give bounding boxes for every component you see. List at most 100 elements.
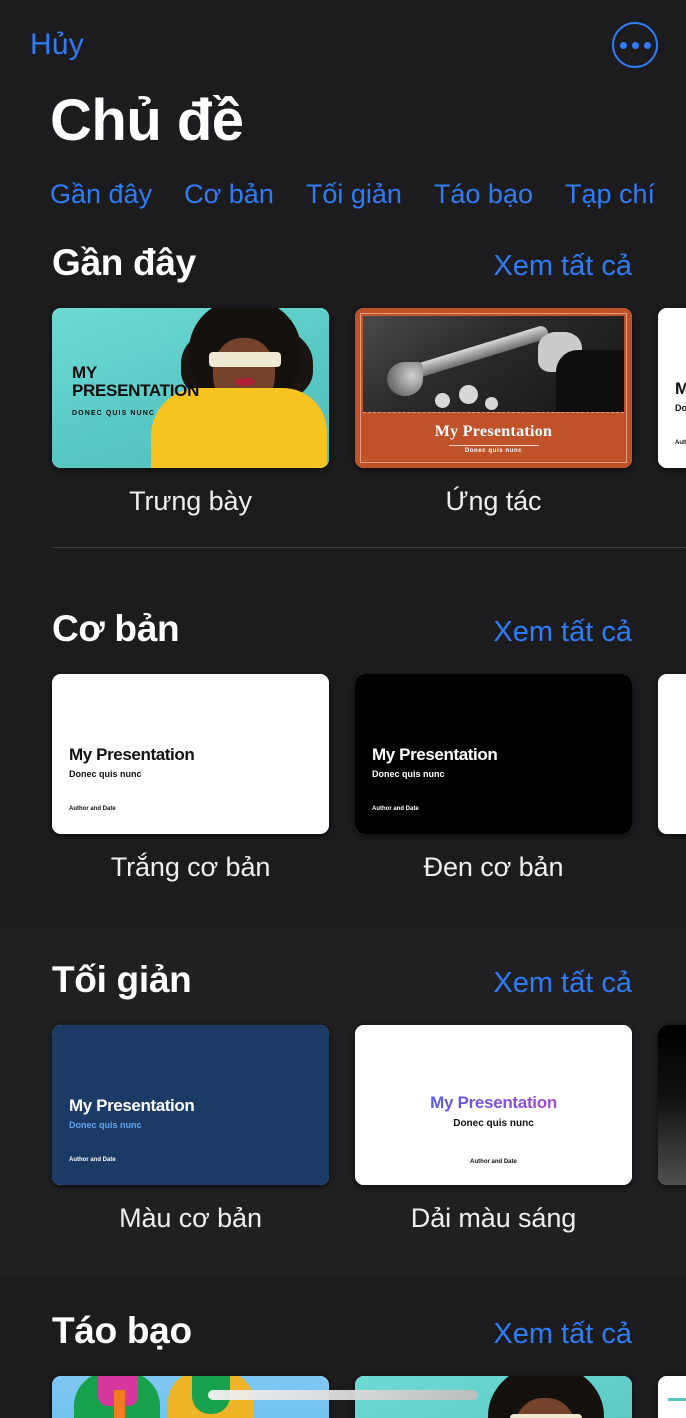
navigation-bar: Hủy: [0, 0, 686, 92]
slide-title: My Presentation: [69, 1095, 195, 1115]
accent-rule: [668, 1397, 686, 1401]
more-options-button[interactable]: [612, 22, 658, 68]
theme-thumbnail-trung-bay[interactable]: MY PRESENTATION DONEC QUIS NUNC: [52, 307, 329, 468]
page-title: Chủ đề: [50, 88, 244, 153]
suit-shape: [556, 349, 624, 414]
section-title: Cơ bản: [52, 607, 180, 649]
section-header: Tối giản Xem tất cả: [0, 959, 686, 1001]
tab-toi-gian[interactable]: Tối giản: [306, 179, 402, 210]
slide-author: Author and Date: [470, 1158, 517, 1165]
section-title: Gần đây: [52, 241, 196, 283]
category-tab-strip[interactable]: Gần đây Cơ bản Tối giản Táo bạo Tạp chí …: [0, 179, 686, 210]
slide-author: Author and Date: [69, 1156, 116, 1163]
bokeh-shape: [459, 384, 478, 404]
theme-thumbnail-dai-mau-sang[interactable]: My Presentation Donec quis nunc Author a…: [355, 1024, 632, 1185]
slide-art-gradient: My Presentation Donec quis nunc Author a…: [355, 1024, 632, 1185]
see-all-link[interactable]: Xem tất cả: [493, 967, 632, 1000]
see-all-link[interactable]: Xem tất cả: [493, 1318, 632, 1351]
theme-cell[interactable]: [658, 1375, 686, 1418]
slide-title: My Presentation: [355, 1093, 632, 1113]
slide-subtitle: Donec quis nunc: [372, 768, 445, 779]
theme-thumbnail-partial[interactable]: [658, 673, 686, 834]
tab-co-ban[interactable]: Cơ bản: [184, 179, 274, 210]
ellipsis-dot-icon: [643, 41, 651, 49]
slide-art-bold-white: [658, 1375, 686, 1418]
section-toi-gian: Tối giản Xem tất cả My Presentation Done…: [0, 926, 686, 1278]
cancel-button[interactable]: Hủy: [30, 28, 84, 62]
theme-cell[interactable]: [658, 1024, 686, 1234]
slide-art-white: My Presentation Donec quis nunc Author a…: [52, 673, 329, 834]
slide-author: Author and Date: [675, 439, 686, 446]
theme-row[interactable]: MY PRESENTATION DONEC QUIS NUNC Trưng bày: [0, 284, 686, 517]
theme-thumbnail-ung-tac[interactable]: My Presentation Donec quis nunc: [355, 307, 632, 468]
theme-chooser-screen: Hủy Chủ đề Gần đây Cơ bản Tối giản Táo b…: [0, 0, 686, 1418]
section-header: Táo bạo Xem tất cả: [0, 1310, 686, 1352]
theme-row[interactable]: My Presentation Donec quis nunc Author a…: [0, 1001, 686, 1234]
slide-art-improv: My Presentation Donec quis nunc: [355, 307, 632, 468]
theme-thumbnail-mau-co-ban[interactable]: My Presentation Donec quis nunc Author a…: [52, 1024, 329, 1185]
slide-subtitle: Donec quis nunc: [464, 447, 523, 454]
see-all-link[interactable]: Xem tất cả: [493, 250, 632, 283]
ellipsis-dot-icon: [631, 41, 639, 49]
slide-title: MY PRESENTATION: [72, 362, 200, 401]
theme-thumbnail-partial[interactable]: My Presentation Donec quis nunc Author a…: [658, 307, 686, 468]
slide-art-showcase: MY PRESENTATION DONEC QUIS NUNC: [52, 307, 329, 468]
ellipsis-dot-icon: [619, 41, 627, 49]
theme-cell[interactable]: My Presentation Donec quis nunc Author a…: [52, 1024, 329, 1234]
section-header: Gần đây Xem tất cả: [0, 242, 686, 284]
see-all-link[interactable]: Xem tất cả: [493, 616, 632, 649]
photo-area: [363, 315, 624, 414]
home-indicator[interactable]: [208, 1390, 478, 1400]
slide-title: My Presentation: [69, 744, 195, 764]
theme-thumbnail-trang-co-ban[interactable]: My Presentation Donec quis nunc Author a…: [52, 673, 329, 834]
slide-subtitle: Donec quis nunc: [69, 768, 142, 779]
tab-tap-chi[interactable]: Tạp chí: [565, 179, 655, 210]
theme-name: Đen cơ bản: [423, 851, 564, 882]
theme-cell[interactable]: My Presentation Donec quis nunc Author a…: [355, 1024, 632, 1234]
theme-cell[interactable]: My Presentation Donec quis nunc Author a…: [658, 307, 686, 517]
bokeh-shape: [435, 392, 450, 408]
slide-subtitle: DONEC QUIS NUNC: [72, 409, 156, 417]
slide-art-dark-gradient: [658, 1024, 686, 1185]
tie-shape: [114, 1389, 125, 1418]
theme-cell[interactable]: My Presentation Donec quis nunc Author a…: [355, 673, 632, 883]
theme-row[interactable]: My Presentation Donec quis nunc Author a…: [0, 650, 686, 883]
slide-title: My Presentation: [372, 744, 498, 764]
theme-name: Trưng bày: [129, 485, 252, 516]
slide-author: Author and Date: [372, 805, 419, 812]
slide-title: My Presentation: [434, 422, 553, 440]
sunglasses-shape: [510, 1413, 582, 1418]
section-header: Cơ bản Xem tất cả: [0, 608, 686, 650]
theme-cell[interactable]: My Presentation Donec quis nunc Author a…: [52, 673, 329, 883]
theme-cell[interactable]: My Presentation Donec quis nunc Ứng tác: [355, 307, 632, 517]
slide-subtitle: Donec quis nunc: [453, 1117, 534, 1129]
lips-shape: [235, 377, 255, 386]
slide-title: My Presentation: [675, 378, 686, 398]
slide-art-white: [658, 673, 686, 834]
theme-cell[interactable]: [658, 673, 686, 883]
slide-art-navy: My Presentation Donec quis nunc Author a…: [52, 1024, 329, 1185]
title-band: My Presentation Donec quis nunc: [363, 411, 624, 460]
theme-name: Trắng cơ bản: [110, 851, 271, 882]
theme-name: Dải màu sáng: [410, 1202, 577, 1233]
theme-thumbnail-partial[interactable]: [658, 1375, 686, 1418]
theme-thumbnail-den-co-ban[interactable]: My Presentation Donec quis nunc Author a…: [355, 673, 632, 834]
theme-row[interactable]: AUTHOR AND DATE PRESENTATION Donec quis …: [0, 1352, 686, 1418]
section-gan-day: Gần đây Xem tất cả MY PRESENTATION DONEC …: [0, 209, 686, 576]
slide-subtitle: Donec quis nunc: [675, 402, 686, 413]
section-title: Táo bạo: [52, 1309, 192, 1351]
section-title: Tối giản: [52, 958, 192, 1000]
theme-name: Màu cơ bản: [119, 1202, 262, 1233]
sunglasses-shape: [209, 351, 281, 367]
tab-gan-day[interactable]: Gần đây: [50, 179, 152, 210]
trumpet-shape: [402, 324, 550, 382]
theme-name: Ứng tác: [445, 485, 542, 516]
tab-tao-bao[interactable]: Táo bạo: [434, 179, 533, 210]
slide-art-black: My Presentation Donec quis nunc Author a…: [355, 673, 632, 834]
divider-rule: [448, 444, 539, 446]
slide-author: Author and Date: [69, 805, 116, 812]
theme-cell[interactable]: MY PRESENTATION DONEC QUIS NUNC Trưng bày: [52, 307, 329, 517]
slide-subtitle: Donec quis nunc: [69, 1119, 142, 1130]
trumpet-bell-shape: [387, 361, 423, 396]
theme-thumbnail-partial[interactable]: [658, 1024, 686, 1185]
